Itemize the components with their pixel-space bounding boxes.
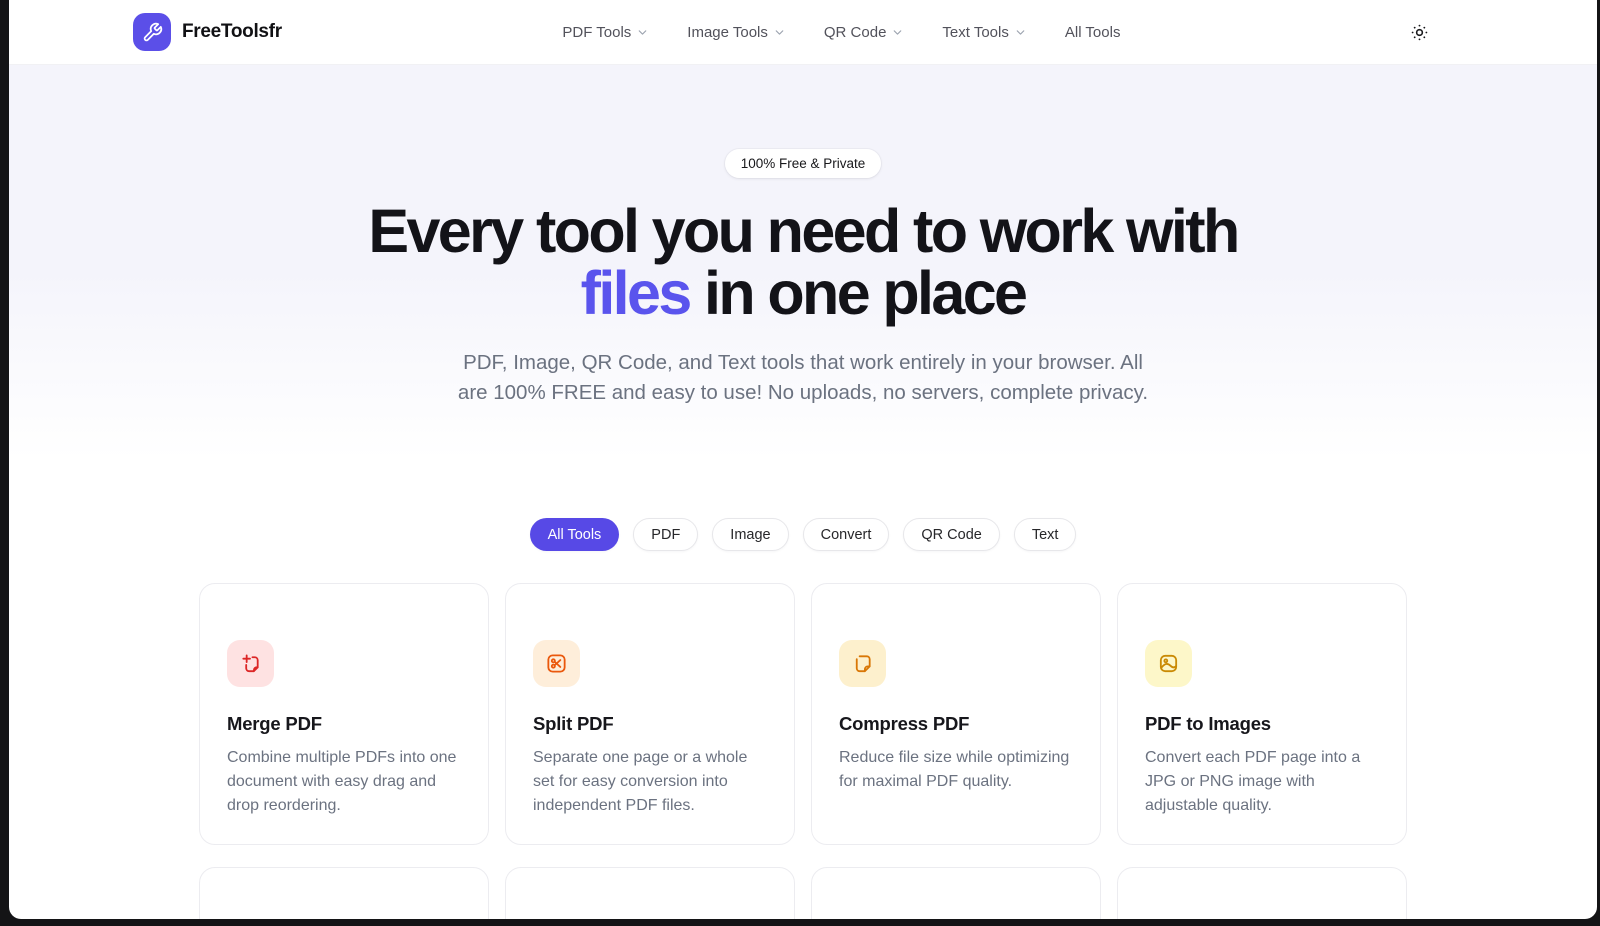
filter-text[interactable]: Text bbox=[1014, 518, 1077, 551]
tools-grid-row2 bbox=[199, 867, 1407, 919]
brand-logo[interactable]: FreeToolsfr bbox=[133, 13, 282, 51]
nav-text-tools[interactable]: Text Tools bbox=[942, 24, 1026, 41]
tool-card-pdf-to-images[interactable]: PDF to Images Convert each PDF page into… bbox=[1117, 583, 1407, 845]
tool-card-placeholder[interactable] bbox=[1117, 867, 1407, 919]
filter-pdf[interactable]: PDF bbox=[633, 518, 698, 551]
hero-subtitle: PDF, Image, QR Code, and Text tools that… bbox=[453, 348, 1153, 407]
chevron-down-icon bbox=[773, 26, 786, 39]
wrench-logo-icon bbox=[133, 13, 171, 51]
nav-label: PDF Tools bbox=[562, 24, 631, 41]
tool-card-title: Compress PDF bbox=[839, 713, 1073, 735]
tool-card-title: Split PDF bbox=[533, 713, 767, 735]
tool-card-description: Convert each PDF page into a JPG or PNG … bbox=[1145, 746, 1379, 818]
pdf-to-images-icon bbox=[1145, 640, 1192, 687]
title-line1: Every tool you need to work with bbox=[368, 197, 1237, 265]
tool-card-description: Separate one page or a whole set for eas… bbox=[533, 746, 767, 818]
nav-label: All Tools bbox=[1065, 24, 1121, 41]
chevron-down-icon bbox=[636, 26, 649, 39]
filter-all-tools[interactable]: All Tools bbox=[530, 518, 620, 551]
page-title: Every tool you need to work with files i… bbox=[9, 200, 1597, 324]
tool-card-description: Reduce file size while optimizing for ma… bbox=[839, 746, 1073, 794]
title-line2: in one place bbox=[690, 259, 1026, 327]
theme-toggle-button[interactable] bbox=[1401, 14, 1437, 50]
tools-grid-container: Merge PDF Combine multiple PDFs into one… bbox=[199, 583, 1407, 919]
chevron-down-icon bbox=[1014, 26, 1027, 39]
nav-pdf-tools[interactable]: PDF Tools bbox=[562, 24, 649, 41]
filter-convert[interactable]: Convert bbox=[803, 518, 890, 551]
tool-card-placeholder[interactable] bbox=[811, 867, 1101, 919]
nav-all-tools[interactable]: All Tools bbox=[1065, 24, 1121, 41]
main-nav: PDF Tools Image Tools QR Code Text Tools bbox=[562, 24, 1120, 41]
brand-name: FreeToolsfr bbox=[182, 21, 282, 43]
tool-card-split-pdf[interactable]: Split PDF Separate one page or a whole s… bbox=[505, 583, 795, 845]
chevron-down-icon bbox=[891, 26, 904, 39]
merge-pdf-icon bbox=[227, 640, 274, 687]
title-highlight: files bbox=[581, 259, 690, 327]
nav-label: Image Tools bbox=[687, 24, 768, 41]
compress-pdf-icon bbox=[839, 640, 886, 687]
browser-page: FreeToolsfr PDF Tools Image Tools QR Cod… bbox=[9, 0, 1597, 919]
tool-card-placeholder[interactable] bbox=[505, 867, 795, 919]
nav-label: Text Tools bbox=[942, 24, 1008, 41]
split-pdf-icon bbox=[533, 640, 580, 687]
free-private-badge: 100% Free & Private bbox=[725, 149, 882, 178]
tool-card-title: PDF to Images bbox=[1145, 713, 1379, 735]
tool-card-compress-pdf[interactable]: Compress PDF Reduce file size while opti… bbox=[811, 583, 1101, 845]
tool-card-merge-pdf[interactable]: Merge PDF Combine multiple PDFs into one… bbox=[199, 583, 489, 845]
tool-card-title: Merge PDF bbox=[227, 713, 461, 735]
tool-card-placeholder[interactable] bbox=[199, 867, 489, 919]
nav-label: QR Code bbox=[824, 24, 887, 41]
hero-section: 100% Free & Private Every tool you need … bbox=[9, 65, 1597, 459]
nav-image-tools[interactable]: Image Tools bbox=[687, 24, 786, 41]
tools-grid-row1: Merge PDF Combine multiple PDFs into one… bbox=[199, 583, 1407, 845]
site-header: FreeToolsfr PDF Tools Image Tools QR Cod… bbox=[9, 0, 1597, 65]
nav-qr-code[interactable]: QR Code bbox=[824, 24, 905, 41]
tool-filters: All Tools PDF Image Convert QR Code Text bbox=[9, 518, 1597, 551]
tool-card-description: Combine multiple PDFs into one document … bbox=[227, 746, 461, 818]
filter-qr-code[interactable]: QR Code bbox=[903, 518, 999, 551]
filter-image[interactable]: Image bbox=[712, 518, 788, 551]
sun-icon bbox=[1410, 23, 1429, 42]
